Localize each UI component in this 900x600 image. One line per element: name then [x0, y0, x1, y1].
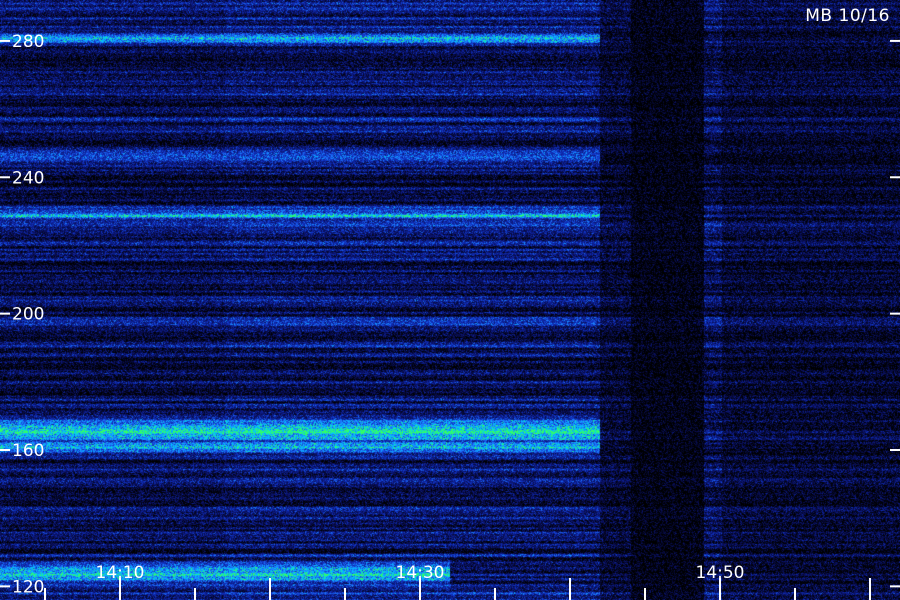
axis-overlay: 120 160 200 240 280 14:10 14:30 14:50 — [0, 32, 900, 600]
y-tick-label-240: 240 — [12, 168, 44, 188]
x-tick-label-1410: 14:10 — [96, 563, 145, 583]
y-tick-label-200: 200 — [12, 305, 44, 325]
corner-label: MB 10/16 — [805, 6, 890, 26]
spectrogram-panel: 120 160 200 240 280 14:10 14:30 14:50 MB 10/16 — [0, 0, 900, 600]
y-tick-label-160: 160 — [12, 441, 44, 461]
x-tick-label-1450: 14:50 — [696, 563, 745, 583]
x-tick-label-1430: 14:30 — [396, 563, 445, 583]
y-tick-label-280: 280 — [12, 32, 44, 52]
y-tick-label-120: 120 — [12, 577, 44, 597]
